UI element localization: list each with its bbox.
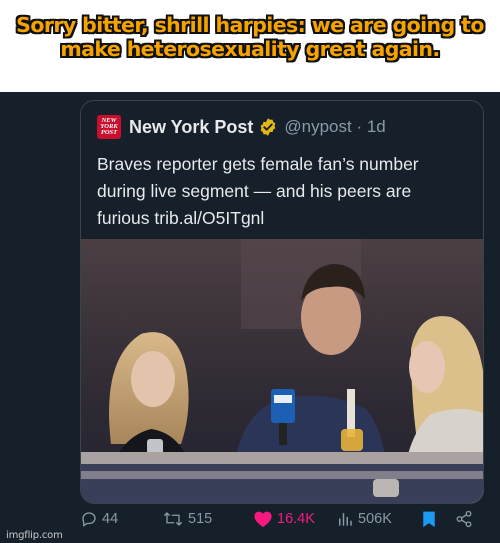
tweet-text: Braves reporter gets female fan’s number… <box>97 151 473 232</box>
views-button[interactable]: 506K <box>336 510 392 528</box>
caption-line-2: make heterosexuality great again. <box>60 37 440 61</box>
view-count: 506K <box>358 511 392 527</box>
quoted-tweet-card[interactable]: NEW YORK POST New York Post @nypost · 1d… <box>80 100 484 504</box>
share-button[interactable] <box>455 510 477 528</box>
like-button[interactable]: 16.4K <box>253 510 315 528</box>
views-chart-icon <box>339 513 352 526</box>
gold-verified-icon <box>261 118 276 136</box>
tweet-text-line: Braves reporter gets female fan’s number <box>97 154 419 174</box>
reply-button[interactable]: 44 <box>80 510 118 528</box>
tweet-text-line: during live segment — and his peers are <box>97 181 412 201</box>
caption-line-1: Sorry bitter, shrill harpies: we are goi… <box>16 13 484 37</box>
bookmark-icon <box>423 511 435 528</box>
handle-and-time: @nypost · 1d <box>284 117 386 136</box>
tweet-text-line[interactable]: furious trib.al/O5ITgnl <box>97 205 473 232</box>
repost-button[interactable]: 515 <box>162 510 212 528</box>
tweet-screenshot: NEW YORK POST New York Post @nypost · 1d… <box>0 92 500 543</box>
tweet-action-bar: 44 515 16.4K 506K <box>0 504 500 538</box>
author-name[interactable]: New York Post <box>129 117 253 138</box>
tweet-media-photo[interactable] <box>81 239 484 504</box>
reply-count: 44 <box>102 511 119 527</box>
meme-caption: Sorry bitter, shrill harpies: we are goi… <box>0 0 500 92</box>
heart-icon <box>254 511 272 528</box>
repost-count: 515 <box>188 511 213 527</box>
imgflip-watermark: imgflip.com <box>6 530 63 541</box>
like-count: 16.4K <box>277 511 315 527</box>
share-icon <box>456 510 472 528</box>
tweet-header: NEW YORK POST New York Post @nypost · 1d <box>97 113 386 141</box>
new-york-post-logo[interactable]: NEW YORK POST <box>97 115 121 139</box>
repost-icon <box>164 512 182 526</box>
reply-icon <box>82 512 96 527</box>
bookmark-button[interactable] <box>421 510 441 528</box>
